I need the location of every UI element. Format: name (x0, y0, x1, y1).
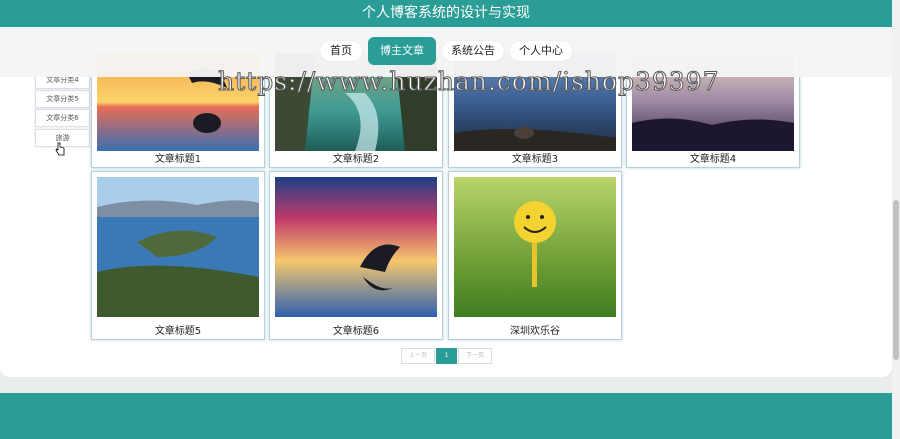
article-title: 文章标题4 (689, 154, 737, 165)
article-image (275, 177, 437, 317)
site-header: 个人博客系统的设计与实现 (0, 0, 892, 27)
next-page-button[interactable]: 下一页 (458, 348, 492, 364)
article-image (454, 177, 616, 317)
article-image (97, 177, 259, 317)
nav-user-center[interactable]: 个人中心 (510, 41, 572, 61)
site-title: 个人博客系统的设计与实现 (362, 5, 530, 21)
article-title: 文章标题2 (332, 154, 380, 165)
article-title: 文章标题3 (511, 154, 559, 165)
hand-cursor-icon (55, 142, 65, 156)
article-card[interactable]: 文章标题6 (269, 171, 443, 340)
nav-home[interactable]: 首页 (320, 41, 362, 61)
footer (0, 393, 892, 439)
watermark-text: https://www.huzhan.com/ishop39397 (218, 67, 720, 97)
nav-announcements[interactable]: 系统公告 (442, 41, 504, 61)
article-title: 文章标题1 (154, 154, 202, 165)
current-page-button[interactable]: 1 (436, 348, 457, 364)
page-scrollbar[interactable] (892, 0, 900, 439)
prev-page-button[interactable]: 上一页 (401, 348, 435, 364)
scrollbar-thumb[interactable] (893, 200, 899, 360)
article-title: 深圳欢乐谷 (510, 326, 560, 337)
sidebar-item-category-5[interactable]: 文章分类5 (35, 90, 90, 108)
sidebar-item-category-6[interactable]: 文章分类6 (35, 109, 90, 127)
article-title: 文章标题6 (332, 326, 380, 337)
main-card: 首页 博主文章 系统公告 个人中心 https://www.huzhan.com… (0, 27, 892, 377)
article-title: 文章标题5 (154, 326, 202, 337)
article-card[interactable]: 文章标题5 (91, 171, 265, 340)
nav-blogger-articles[interactable]: 博主文章 (368, 37, 436, 65)
article-card[interactable]: 深圳欢乐谷 (448, 171, 622, 340)
